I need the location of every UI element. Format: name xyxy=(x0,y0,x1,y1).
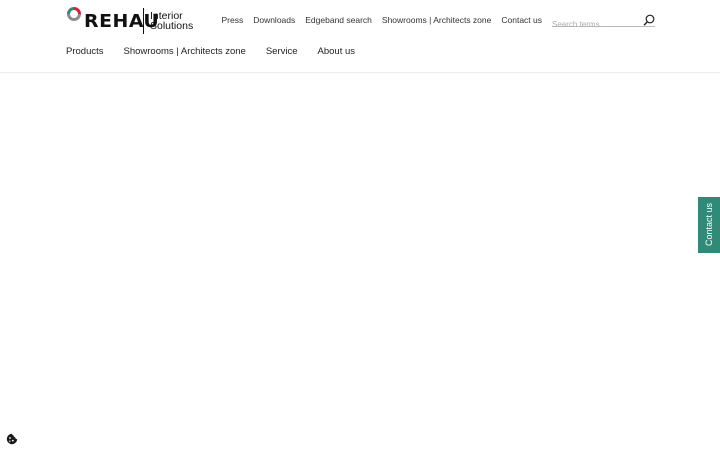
cookie-icon[interactable] xyxy=(6,433,18,445)
logo-wordmark: REHAU xyxy=(84,11,160,32)
site-header: REHAU Interior Solutions Press Downloads… xyxy=(0,0,720,73)
logo-subtitle: Interior Solutions xyxy=(150,11,194,32)
main-nav-service[interactable]: Service xyxy=(266,46,298,57)
rehau-logo-mark-icon xyxy=(67,7,81,21)
top-nav-press[interactable]: Press xyxy=(221,15,243,25)
top-nav-edgeband-search[interactable]: Edgeband search xyxy=(305,15,372,25)
contact-us-side-tab[interactable]: Contact us xyxy=(698,197,720,253)
main-nav-products[interactable]: Products xyxy=(66,46,104,57)
search-icon[interactable] xyxy=(643,14,655,26)
main-nav-about-us[interactable]: About us xyxy=(318,46,356,57)
logo-divider xyxy=(143,8,144,34)
search-box xyxy=(552,14,655,31)
main-nav: Products Showrooms | Architects zone Ser… xyxy=(66,46,375,57)
top-nav-downloads[interactable]: Downloads xyxy=(253,15,295,25)
top-nav-contact-us[interactable]: Contact us xyxy=(501,15,542,25)
contact-us-side-label: Contact us xyxy=(704,203,714,247)
utility-nav: Press Downloads Edgeband search Showroom… xyxy=(221,15,542,25)
logo-subtitle-line2: Solutions xyxy=(150,20,194,32)
rehau-logo[interactable]: REHAU Interior Solutions xyxy=(66,6,194,36)
search-input[interactable] xyxy=(552,18,640,31)
main-nav-showrooms[interactable]: Showrooms | Architects zone xyxy=(124,46,246,57)
top-nav-showrooms[interactable]: Showrooms | Architects zone xyxy=(382,15,491,25)
